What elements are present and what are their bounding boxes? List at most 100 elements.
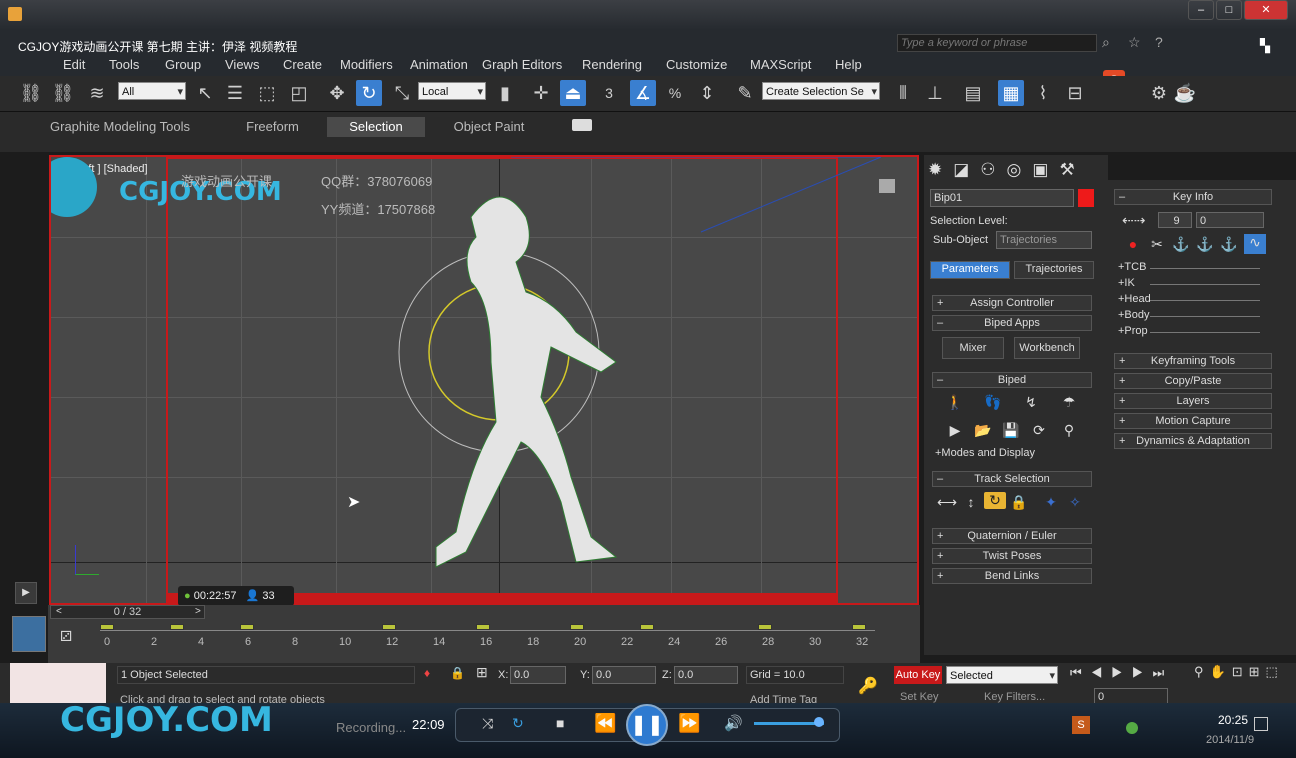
key-prev-next-icon[interactable]: ⇠⇢ xyxy=(1122,212,1145,229)
pause-button[interactable]: ❚❚ xyxy=(626,704,668,746)
viewport-left[interactable]: [Left ] [Shaded] CGJOY.COM 游戏动画公开课 QQ群：3… xyxy=(49,155,919,605)
key-marker[interactable] xyxy=(170,624,184,630)
snap-3-icon[interactable]: 3 xyxy=(596,80,622,106)
key-number-field[interactable]: 9 xyxy=(1158,212,1192,228)
body-rotation-icon[interactable]: ↻ xyxy=(984,492,1006,509)
mixer-mode-icon[interactable]: ☂ xyxy=(1058,394,1080,411)
selection-lock-icon[interactable]: 🔒 xyxy=(450,666,465,680)
recording-task[interactable]: Recording... xyxy=(306,715,426,741)
select-by-name-icon[interactable]: ☰ xyxy=(222,80,248,106)
rollout-dynamics[interactable]: + Dynamics & Adaptation xyxy=(1114,433,1272,449)
modes-display-label[interactable]: +Modes and Display xyxy=(935,447,1035,459)
tray-app-icon[interactable]: S xyxy=(1072,716,1090,734)
rollout-bend-links[interactable]: + Bend Links xyxy=(932,568,1092,584)
key-marker[interactable] xyxy=(758,624,772,630)
layer-manager-icon[interactable]: ▤ xyxy=(960,80,986,106)
select-object-icon[interactable]: ↖ xyxy=(192,80,218,106)
set-key-icon[interactable]: ● xyxy=(1122,236,1144,252)
delete-key-icon[interactable]: ✂ xyxy=(1146,236,1168,253)
motion-flow-icon[interactable]: ↯ xyxy=(1020,394,1042,411)
key-set-dropdown[interactable]: Selected xyxy=(946,666,1058,685)
rollout-twist-poses[interactable]: + Twist Poses xyxy=(932,548,1092,564)
set-key-button[interactable]: Set Key xyxy=(900,691,939,703)
rollout-layers[interactable]: + Layers xyxy=(1114,393,1272,409)
angle-snap-icon[interactable]: ∡ xyxy=(630,80,656,106)
absolute-mode-icon[interactable]: ⊞ xyxy=(476,664,488,681)
fast-forward-icon[interactable]: ⏩ xyxy=(678,713,700,734)
key-info-rollout[interactable]: +Body xyxy=(1118,309,1150,321)
key-info-rollout[interactable]: +Head xyxy=(1118,293,1151,305)
menu-animation[interactable]: Animation xyxy=(410,57,468,72)
key-time-field[interactable]: 0 xyxy=(1196,212,1264,228)
minimize-button[interactable]: – xyxy=(1188,0,1214,20)
set-planted-key-icon[interactable]: ⚓ xyxy=(1170,236,1192,253)
auto-key-button[interactable]: Auto Key xyxy=(894,666,942,684)
rollout-quaternion[interactable]: + Quaternion / Euler xyxy=(932,528,1092,544)
menu-views[interactable]: Views xyxy=(225,57,259,72)
maxscript-listener[interactable] xyxy=(10,663,106,703)
scale-icon[interactable]: ⤡ xyxy=(389,80,415,106)
y-field[interactable]: 0.0 xyxy=(592,666,656,684)
volume-icon[interactable]: 🔊 xyxy=(724,714,743,732)
stop-icon[interactable]: ■ xyxy=(556,715,564,731)
spinner-snap-icon[interactable]: ⇕ xyxy=(694,80,720,106)
footstep-mode-icon[interactable]: 👣 xyxy=(982,394,1004,411)
key-marker[interactable] xyxy=(476,624,490,630)
opposite-icon[interactable]: ✧ xyxy=(1064,494,1086,511)
symmetrical-icon[interactable]: ✦ xyxy=(1040,494,1062,511)
rect-selection-icon[interactable]: ⬚ xyxy=(254,80,280,106)
rollout-motion-capture[interactable]: + Motion Capture xyxy=(1114,413,1272,429)
tab-freeform[interactable]: Freeform xyxy=(225,117,320,137)
menu-help[interactable]: Help xyxy=(835,57,862,72)
ribbon-options-icon[interactable] xyxy=(572,119,592,131)
repeat-icon[interactable]: ↻ xyxy=(512,715,524,732)
rollout-copy-paste[interactable]: + Copy/Paste xyxy=(1114,373,1272,389)
select-link-icon[interactable]: ⛓ xyxy=(18,80,44,106)
shuffle-icon[interactable]: ⤨ xyxy=(482,715,493,732)
character-biped[interactable] xyxy=(51,157,919,605)
play-small-button[interactable]: ▶ xyxy=(15,582,37,604)
rollout-key-info[interactable]: – Key Info xyxy=(1114,189,1272,205)
menu-tools[interactable]: Tools xyxy=(109,57,139,72)
filter-icon[interactable]: ⚂ xyxy=(60,628,72,645)
key-marker[interactable] xyxy=(852,624,866,630)
menu-rendering[interactable]: Rendering xyxy=(582,57,642,72)
key-info-rollout[interactable]: +Prop xyxy=(1118,325,1148,337)
object-name-field[interactable]: Bip01 xyxy=(930,189,1074,207)
set-sliding-key-icon[interactable]: ⚓ xyxy=(1194,236,1216,253)
mixer-button[interactable]: Mixer xyxy=(942,337,1004,359)
x-field[interactable]: 0.0 xyxy=(510,666,566,684)
pivot-icon[interactable]: ▮ xyxy=(492,80,518,106)
menu-graph-editors[interactable]: Graph Editors xyxy=(482,57,562,72)
window-crossing-icon[interactable]: ◰ xyxy=(286,80,312,106)
key-info-rollout[interactable]: +IK xyxy=(1118,277,1135,289)
playback-controls[interactable]: ⏮◀▶▶⏭ xyxy=(1070,665,1173,681)
time-prev-icon[interactable]: < xyxy=(56,606,62,617)
show-desktop-icon[interactable] xyxy=(1254,717,1268,731)
workbench-button[interactable]: Workbench xyxy=(1014,337,1080,359)
key-marker[interactable] xyxy=(240,624,254,630)
tab-graphite-modeling[interactable]: Graphite Modeling Tools xyxy=(35,117,205,137)
convert-icon[interactable]: ⟳ xyxy=(1028,422,1050,439)
mini-listener-button[interactable] xyxy=(12,616,46,652)
maximize-button[interactable]: □ xyxy=(1216,0,1242,20)
named-selection-dropdown[interactable]: Create Selection Se xyxy=(762,82,880,101)
rewind-icon[interactable]: ⏪ xyxy=(594,713,616,734)
current-frame-field[interactable]: 0 xyxy=(1094,688,1168,704)
unlink-icon[interactable]: ⛓ xyxy=(50,80,76,106)
menu-create[interactable]: Create xyxy=(283,57,322,72)
bind-spacewarp-icon[interactable]: ≋ xyxy=(84,80,110,106)
align-icon[interactable]: ⊥ xyxy=(922,80,948,106)
tab-parameters[interactable]: Parameters xyxy=(930,261,1010,279)
menu-maxscript[interactable]: MAXScript xyxy=(750,57,811,72)
volume-thumb[interactable] xyxy=(814,717,824,727)
menu-modifiers[interactable]: Modifiers xyxy=(340,57,393,72)
isolate-icon[interactable]: ♦ xyxy=(424,666,430,680)
search-input[interactable]: Type a keyword or phrase xyxy=(897,34,1097,52)
body-horizontal-icon[interactable]: ⟷ xyxy=(936,494,958,511)
tray-network-icon[interactable] xyxy=(1126,722,1138,734)
render-setup-icon[interactable]: ☕ xyxy=(1172,80,1198,106)
z-field[interactable]: 0.0 xyxy=(674,666,738,684)
key-marker[interactable] xyxy=(100,624,114,630)
rollout-assign-controller[interactable]: + Assign Controller xyxy=(932,295,1092,311)
